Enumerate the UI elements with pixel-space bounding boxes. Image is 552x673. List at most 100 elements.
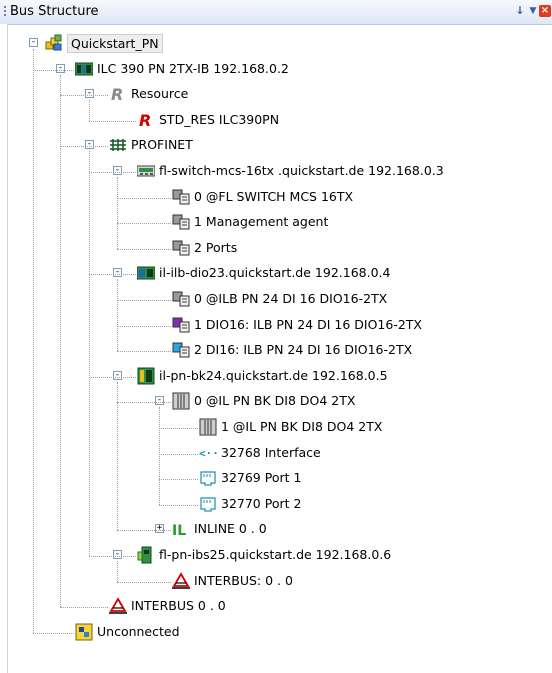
tree-connector <box>60 607 108 609</box>
tree-item-label: 32769 Port 1 <box>221 470 302 486</box>
tree-item-label: fl-pn-ibs25.quickstart.de 192.168.0.6 <box>159 547 392 562</box>
tree-connector <box>117 248 171 250</box>
tree-item-label: 1 DIO16: ILB PN 24 DI 16 DIO16-2TX <box>194 316 422 332</box>
collapse-icon[interactable]: - <box>113 166 122 175</box>
tree-item-label: INTERBUS: 0 . 0 <box>194 572 293 588</box>
controller-icon <box>74 60 94 78</box>
tree-connector <box>159 428 198 429</box>
resource-red-icon: R <box>137 111 155 130</box>
grip-icon[interactable] <box>4 6 6 18</box>
collapse-icon[interactable]: - <box>85 140 94 150</box>
tree-item[interactable]: 1 DIO16: ILB PN 24 DI 16 DIO16-2TX <box>0 314 552 338</box>
tree-item[interactable]: 0 @ILB PN 24 DI 16 DIO16-2TX <box>0 288 552 312</box>
tree-connector <box>117 351 171 353</box>
tree-connector <box>159 479 198 481</box>
tree-item[interactable]: INTERBUS 0 . 0 <box>0 595 552 619</box>
tree-item[interactable]: Unconnected <box>0 621 552 645</box>
tree-item-label: fl-switch-mcs-16tx .quickstart.de 192.16… <box>159 163 444 178</box>
tree-connector <box>117 197 171 199</box>
tree-item[interactable]: 1 Management agent <box>0 211 552 235</box>
tree-item[interactable]: R STD_RES ILC390PN <box>0 109 552 133</box>
dropdown-menu-icon[interactable]: ▼ <box>526 4 540 18</box>
tree-item[interactable]: 1 @IL PN BK DI8 DO4 2TX <box>0 416 552 440</box>
panel-title: Bus Structure <box>10 4 99 19</box>
tree-item[interactable]: - R Resource <box>0 83 552 107</box>
tree-connector <box>117 561 118 582</box>
tree-item-label: Unconnected <box>97 623 180 639</box>
collapse-icon[interactable]: - <box>113 550 122 559</box>
tree-item[interactable]: - Quickstart_PN <box>0 32 552 56</box>
collapse-icon[interactable]: - <box>85 89 94 99</box>
interbus-icon <box>109 597 127 615</box>
tree-connector <box>159 504 198 506</box>
tree-item[interactable]: 32769 Port 1 <box>0 467 552 491</box>
tree-connector <box>33 69 74 71</box>
svg-text:R: R <box>111 85 123 103</box>
tree-item-label: 1 Management agent <box>194 214 329 230</box>
bus-structure-tree[interactable]: - Quickstart_PN - ILC 390 PN 2TX-IB 192.168… <box>0 24 552 673</box>
svg-text:IL: IL <box>172 523 186 538</box>
tree-item[interactable]: 2 Ports <box>0 237 552 261</box>
tree-item[interactable]: - il-pn-bk24.quickstart.de 192.168.0.5 <box>0 365 552 389</box>
tree-connector <box>60 95 108 97</box>
resource-gray-icon: R <box>109 85 127 104</box>
tree-item[interactable]: - 0 @IL PN BK DI8 DO4 2TX <box>0 390 552 414</box>
tree-item[interactable]: + IL INLINE 0 . 0 <box>0 518 552 542</box>
submodule-blue-icon <box>172 341 190 359</box>
project-icon <box>45 34 63 52</box>
submodule-purple-icon <box>172 316 190 334</box>
tree-connector <box>33 632 74 634</box>
tree-connector <box>89 376 136 378</box>
tree-item-label: 0 @FL SWITCH MCS 16TX <box>194 188 354 204</box>
tree-connector <box>117 381 118 531</box>
collapse-icon[interactable]: - <box>113 268 122 278</box>
module-icon <box>199 418 217 436</box>
submodule-icon <box>172 290 190 308</box>
tree-item-label: il-pn-bk24.quickstart.de 192.168.0.5 <box>159 367 388 383</box>
tree-connector <box>117 300 171 301</box>
profinet-icon <box>109 136 127 154</box>
tree-item[interactable]: - fl-switch-mcs-16tx .quickstart.de 192.1… <box>0 160 552 184</box>
tree-item[interactable]: <··> 32768 Interface <box>0 442 552 466</box>
collapse-icon[interactable]: - <box>155 396 164 406</box>
collapse-icon[interactable]: - <box>113 370 122 380</box>
tree-item-label: 0 @ILB PN 24 DI 16 DIO16-2TX <box>194 291 388 306</box>
svg-text:<··>: <··> <box>199 447 217 460</box>
tree-item[interactable]: - PROFINET <box>0 134 552 158</box>
tree-item[interactable]: INTERBUS: 0 . 0 <box>0 570 552 594</box>
tree-connector <box>117 177 118 249</box>
tree-item[interactable]: - fl-pn-ibs25.quickstart.de 192.168.0.6 <box>0 544 552 568</box>
bus-structure-panel: Bus Structure ↓ ▼ × - Quickstart_PN - ILC 3… <box>0 0 552 673</box>
inline-icon: IL <box>172 520 190 539</box>
tree-item[interactable]: 32770 Port 2 <box>0 493 552 517</box>
expand-icon[interactable]: + <box>155 524 164 534</box>
collapse-icon[interactable]: - <box>56 63 65 73</box>
module-icon <box>172 392 190 410</box>
tree-item-label: ILC 390 PN 2TX-IB 192.168.0.2 <box>97 60 289 76</box>
collapse-icon[interactable]: - <box>29 38 38 47</box>
tree-item-label: il-ilb-dio23.quickstart.de 192.168.0.4 <box>159 265 391 281</box>
tree-connector <box>117 581 171 583</box>
tree-item-label: Quickstart_PN <box>67 34 163 53</box>
close-icon[interactable]: × <box>539 5 551 17</box>
panel-titlebar[interactable]: Bus Structure ↓ ▼ × <box>0 0 552 25</box>
pin-icon[interactable]: ↓ <box>513 4 527 18</box>
tree-connector <box>159 453 198 455</box>
tree-item[interactable]: - ILC 390 PN 2TX-IB 192.168.0.2 <box>0 58 552 82</box>
bus-coupler-icon <box>137 367 155 385</box>
tree-connector <box>89 100 90 121</box>
ilb-device-icon <box>136 264 156 282</box>
tree-item-label: 0 @IL PN BK DI8 DO4 2TX <box>194 393 356 409</box>
tree-item[interactable]: - il-ilb-dio23.quickstart.de 192.168.0.4 <box>0 262 552 286</box>
tree-item[interactable]: 2 DI16: ILB PN 24 DI 16 DIO16-2TX <box>0 339 552 363</box>
tree-connector <box>60 146 108 148</box>
ibs-proxy-icon <box>137 546 155 564</box>
tree-item-label: Resource <box>131 86 189 102</box>
tree-connector <box>117 530 171 532</box>
tree-item[interactable]: 0 @FL SWITCH MCS 16TX <box>0 186 552 210</box>
tree-connector <box>159 407 160 505</box>
interface-icon: <··> <box>199 444 226 462</box>
tree-connector <box>117 325 171 327</box>
tree-connector <box>117 279 118 352</box>
tree-connector <box>89 172 136 173</box>
